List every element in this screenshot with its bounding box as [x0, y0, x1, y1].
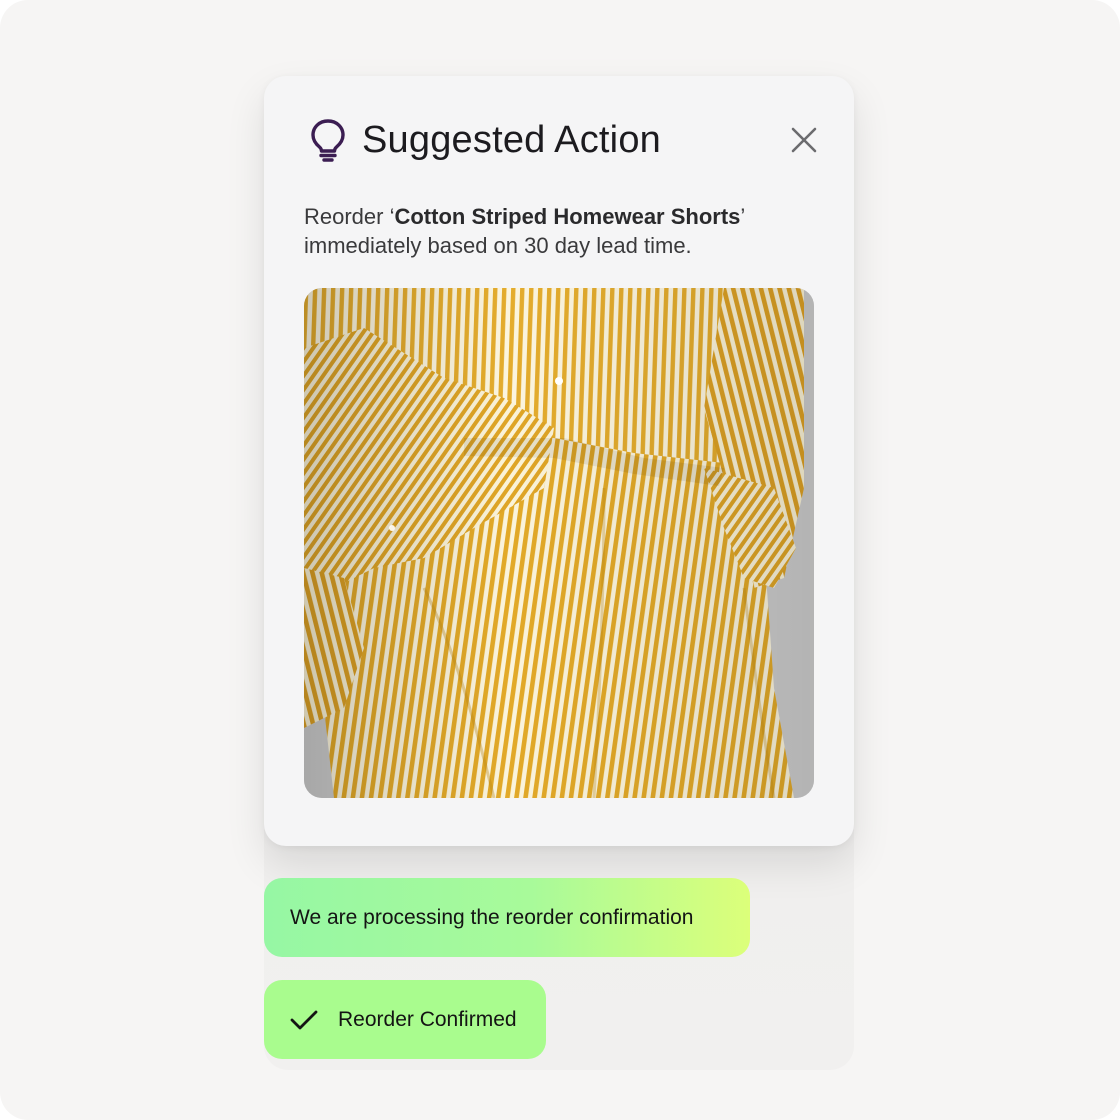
reorder-confirmed-badge: Reorder Confirmed: [264, 980, 546, 1059]
close-button[interactable]: [786, 122, 822, 158]
suggestion-message: Reorder ‘Cotton Striped Homewear Shorts’…: [304, 202, 804, 260]
suggested-action-card: Suggested Action Reorder ‘Cotton Striped…: [264, 76, 854, 846]
processing-status-text: We are processing the reorder confirmati…: [290, 905, 694, 929]
reorder-confirmed-text: Reorder Confirmed: [338, 1007, 517, 1031]
close-icon: [791, 127, 817, 153]
checkmark-icon: [290, 1006, 318, 1034]
message-line-2: immediately based on 30 day lead time.: [304, 233, 692, 258]
lightbulb-icon: [308, 116, 348, 164]
product-image: [304, 288, 814, 798]
card-header: Suggested Action: [308, 112, 822, 168]
card-title: Suggested Action: [362, 118, 661, 161]
processing-status-message: We are processing the reorder confirmati…: [264, 878, 750, 957]
message-quote-close: ’: [740, 204, 746, 229]
message-prefix: Reorder ‘: [304, 204, 395, 229]
product-name: Cotton Striped Homewear Shorts: [394, 204, 741, 229]
